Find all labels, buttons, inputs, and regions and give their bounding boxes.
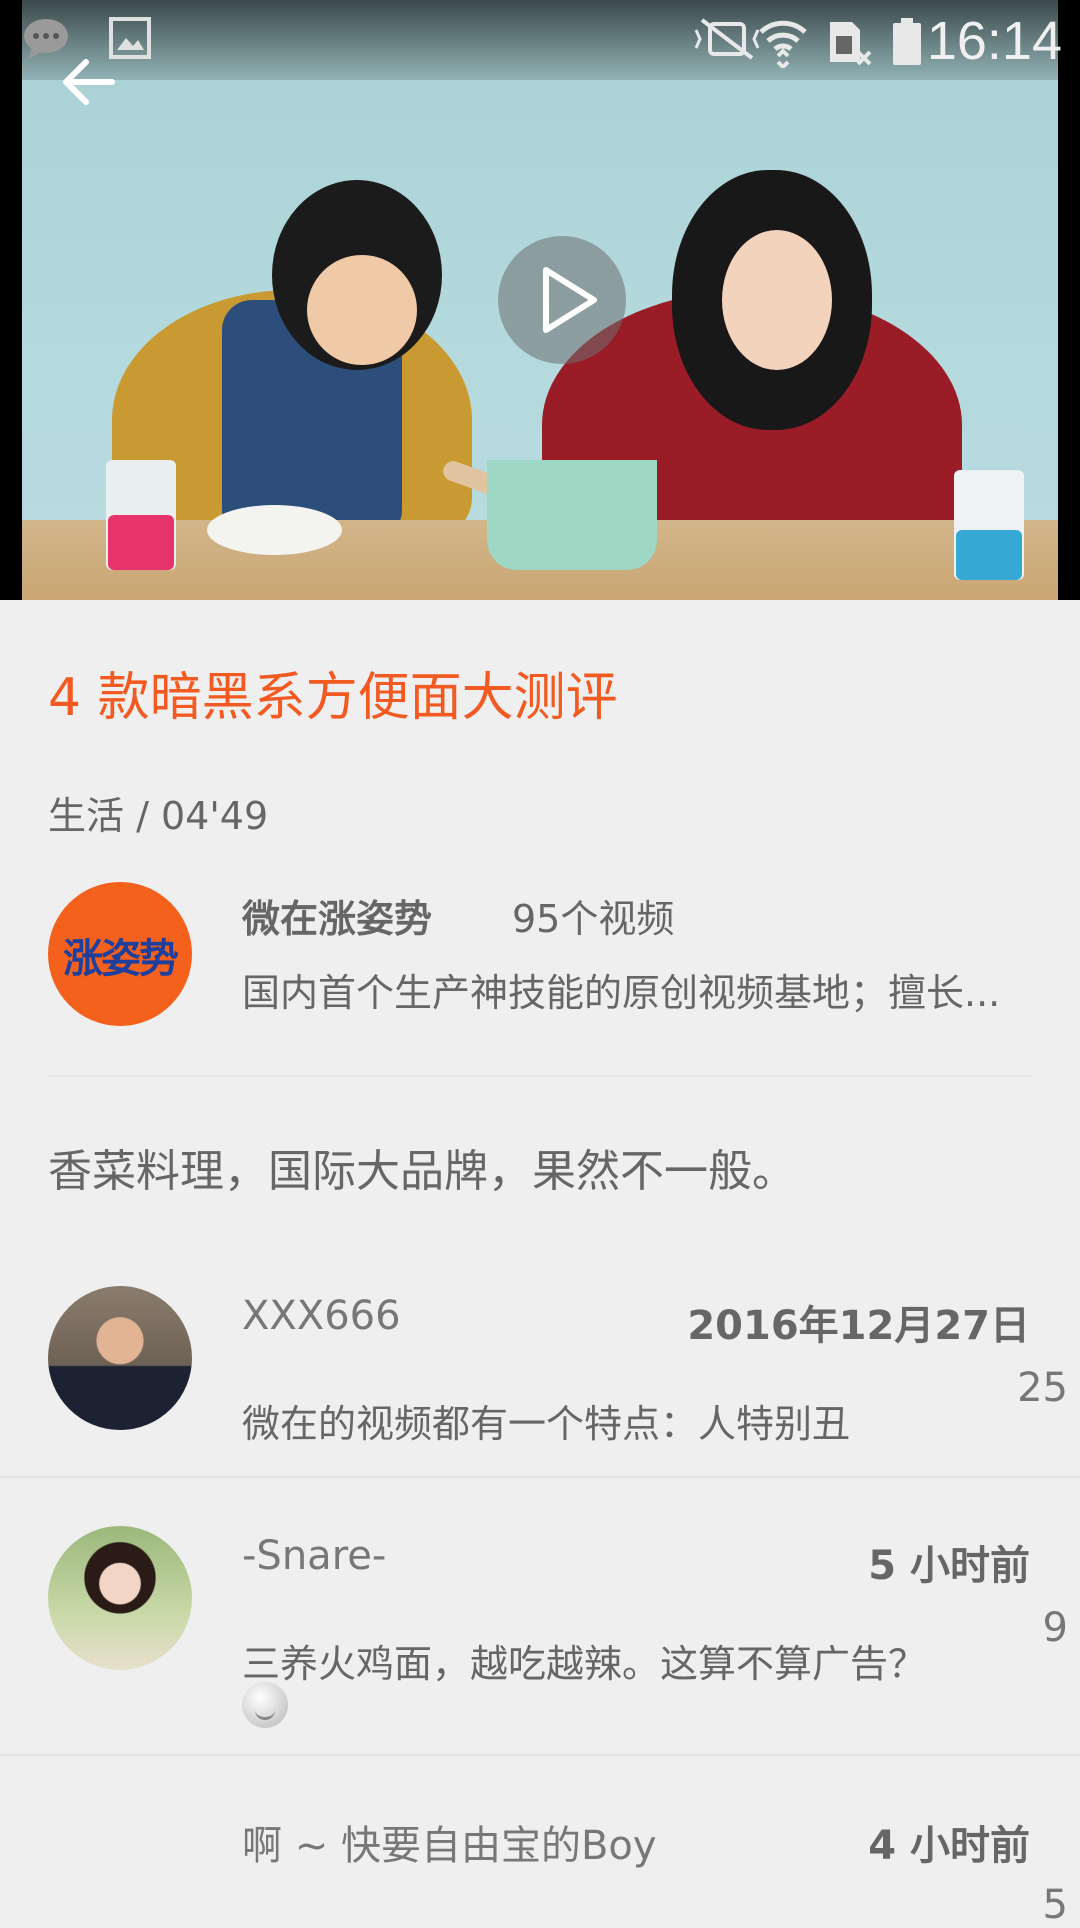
comment-likes[interactable]: 5 [1043, 1882, 1068, 1928]
divider [48, 1075, 1032, 1077]
channel-name[interactable]: 微在涨姿势 [242, 888, 432, 943]
no-sim-icon [824, 16, 872, 66]
comment-avatar[interactable] [48, 1286, 192, 1430]
comment-likes[interactable]: 25 [1017, 1365, 1068, 1411]
back-button[interactable] [58, 52, 118, 112]
channel-video-count: 95个视频 [512, 897, 675, 941]
video-frame-face [722, 230, 832, 370]
comment-likes[interactable]: 9 [1043, 1605, 1068, 1651]
video-frame-lid [207, 505, 342, 555]
channel-logo-text: 涨姿势 [63, 936, 179, 982]
comment-text: 三养火鸡面，越吃越辣。这算不算广告？ [242, 1642, 927, 1686]
comment-date: 5 小时前 [868, 1543, 1030, 1589]
comment-date: 2016年12月27日 [687, 1303, 1030, 1349]
video-border-left [0, 0, 22, 600]
status-icons [692, 16, 930, 70]
video-player[interactable] [22, 0, 1058, 600]
channel-avatar[interactable]: 涨姿势 [48, 882, 192, 1026]
comment-username[interactable]: XXX666 [242, 1293, 401, 1339]
comment-date: 4 小时前 [868, 1823, 1030, 1869]
channel-description: 国内首个生产神技能的原创视频基地；擅长... [242, 971, 1001, 1015]
video-meta: 生活 / 04'49 [48, 794, 269, 838]
video-title: 4 款暗黑系方便面大测评 [48, 668, 618, 728]
comment-separator [0, 1754, 1080, 1756]
arrow-left-icon [63, 59, 115, 105]
video-frame-pot [487, 460, 657, 570]
comment-avatar[interactable] [48, 1526, 192, 1670]
comment-username[interactable]: 啊 ~ 快要自由宝的Boy [242, 1813, 657, 1871]
comment-separator [0, 1476, 1080, 1478]
battery-icon [890, 16, 930, 65]
comment-username[interactable]: -Snare- [242, 1533, 386, 1579]
smile-emoji-icon [242, 1682, 288, 1728]
comment-text: 微在的视频都有一个特点：人特别丑 [242, 1402, 851, 1446]
video-frame-cup-sleeve [108, 515, 174, 570]
play-icon [543, 267, 597, 333]
wifi-icon [758, 16, 807, 70]
video-frame-face [307, 255, 417, 365]
video-border-right [1058, 0, 1080, 600]
play-button[interactable] [498, 236, 626, 364]
status-time: 16:14 [926, 11, 1062, 71]
video-summary: 香菜料理，国际大品牌，果然不一般。 [48, 1146, 796, 1197]
mute-icon [692, 16, 760, 62]
video-frame-cup-sleeve [956, 530, 1022, 580]
